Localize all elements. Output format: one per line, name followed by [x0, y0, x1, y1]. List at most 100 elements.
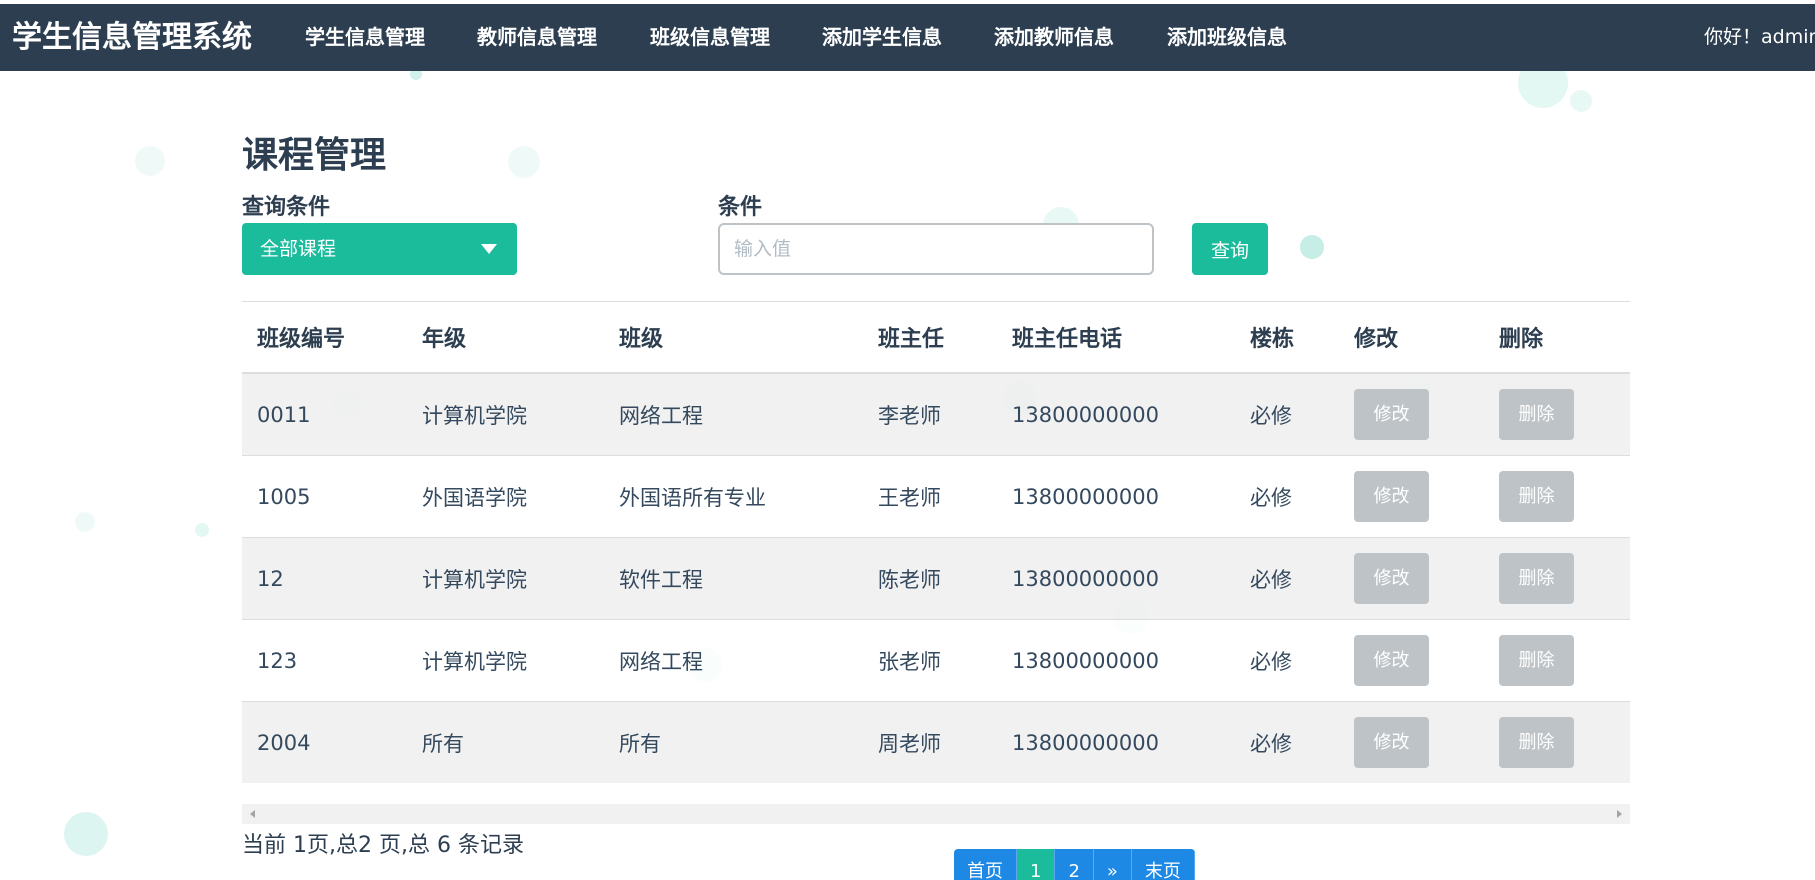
edit-button[interactable]: 修改: [1354, 717, 1429, 768]
column-header: 班主任电话: [997, 301, 1235, 374]
table-row: 12 计算机学院 软件工程 陈老师 13800000000 必修 修改 删除: [242, 537, 1630, 620]
cell-edit: 修改: [1339, 455, 1484, 538]
table-row: 123 计算机学院 网络工程 张老师 13800000000 必修 修改 删除: [242, 619, 1630, 702]
bubble-decoration: [135, 146, 165, 176]
filter-label: 查询条件: [242, 195, 331, 220]
page-title: 课程管理: [242, 135, 387, 176]
delete-button[interactable]: 删除: [1499, 553, 1574, 604]
cell-class-id: 123: [242, 619, 407, 702]
nav-item-add-student[interactable]: 添加学生信息: [822, 4, 942, 71]
first-page-button[interactable]: 首页: [954, 849, 1017, 880]
bubble-decoration: [1570, 90, 1592, 112]
edit-button[interactable]: 修改: [1354, 635, 1429, 686]
cell-delete: 删除: [1484, 537, 1630, 620]
cell-teacher: 李老师: [863, 372, 997, 456]
last-page-button[interactable]: 末页: [1131, 849, 1195, 880]
bubble-decoration: [1300, 235, 1324, 259]
nav-item-add-teacher[interactable]: 添加教师信息: [994, 4, 1114, 71]
horizontal-scrollbar[interactable]: [242, 804, 1630, 824]
cell-phone: 13800000000: [997, 701, 1235, 783]
cell-grade: 计算机学院: [407, 619, 604, 702]
bubble-decoration: [508, 146, 540, 178]
column-header: 班级编号: [242, 301, 407, 374]
column-header: 删除: [1484, 301, 1630, 374]
cell-phone: 13800000000: [997, 372, 1235, 456]
cell-class: 网络工程: [604, 372, 863, 456]
cell-building: 必修: [1235, 619, 1339, 702]
edit-button[interactable]: 修改: [1354, 471, 1429, 522]
cell-class-id: 12: [242, 537, 407, 620]
delete-button[interactable]: 删除: [1499, 471, 1574, 522]
column-header: 楼栋: [1235, 301, 1339, 374]
bubble-decoration: [75, 512, 95, 532]
nav-item-teacher-info[interactable]: 教师信息管理: [477, 4, 597, 71]
column-header: 班级: [604, 301, 863, 374]
page-1-button[interactable]: 1: [1017, 849, 1056, 880]
column-header: 班主任: [863, 301, 997, 374]
pagination: 首页 1 2 » 末页: [954, 849, 1195, 880]
cell-class-id: 0011: [242, 372, 407, 456]
app-brand[interactable]: 学生信息管理系统: [12, 4, 252, 71]
condition-input[interactable]: [718, 223, 1154, 275]
delete-button[interactable]: 删除: [1499, 635, 1574, 686]
filter-select[interactable]: 全部课程: [242, 223, 517, 275]
edit-button[interactable]: 修改: [1354, 553, 1429, 604]
cell-delete: 删除: [1484, 701, 1630, 783]
delete-button[interactable]: 删除: [1499, 389, 1574, 440]
condition-label: 条件: [718, 195, 763, 220]
next-page-button[interactable]: »: [1093, 849, 1132, 880]
cell-grade: 计算机学院: [407, 372, 604, 456]
cell-delete: 删除: [1484, 619, 1630, 702]
scroll-left-arrow-icon[interactable]: [250, 810, 255, 818]
cell-phone: 13800000000: [997, 455, 1235, 538]
delete-button[interactable]: 删除: [1499, 717, 1574, 768]
cell-delete: 删除: [1484, 372, 1630, 456]
pagination-info: 当前 1页,总2 页,总 6 条记录: [242, 833, 524, 858]
bubble-decoration: [195, 523, 209, 537]
cell-building: 必修: [1235, 372, 1339, 456]
cell-building: 必修: [1235, 537, 1339, 620]
cell-class-id: 2004: [242, 701, 407, 783]
cell-edit: 修改: [1339, 619, 1484, 702]
cell-class: 外国语所有专业: [604, 455, 863, 538]
search-button[interactable]: 查询: [1192, 223, 1268, 275]
edit-button[interactable]: 修改: [1354, 389, 1429, 440]
cell-phone: 13800000000: [997, 537, 1235, 620]
cell-edit: 修改: [1339, 372, 1484, 456]
nav-item-class-info[interactable]: 班级信息管理: [650, 4, 770, 71]
page: 学生信息管理系统 学生信息管理 教师信息管理 班级信息管理 添加学生信息 添加教…: [0, 0, 1815, 880]
column-header: 修改: [1339, 301, 1484, 374]
user-greeting[interactable]: 你好！admin: [1704, 4, 1815, 71]
cell-teacher: 陈老师: [863, 537, 997, 620]
cell-grade: 所有: [407, 701, 604, 783]
nav-item-add-class[interactable]: 添加班级信息: [1167, 4, 1287, 71]
table-row: 2004 所有 所有 周老师 13800000000 必修 修改 删除: [242, 701, 1630, 783]
page-2-button[interactable]: 2: [1055, 849, 1094, 880]
cell-grade: 外国语学院: [407, 455, 604, 538]
cell-teacher: 周老师: [863, 701, 997, 783]
top-navbar: 学生信息管理系统 学生信息管理 教师信息管理 班级信息管理 添加学生信息 添加教…: [0, 4, 1815, 71]
cell-class-id: 1005: [242, 455, 407, 538]
cell-grade: 计算机学院: [407, 537, 604, 620]
cell-edit: 修改: [1339, 701, 1484, 783]
filter-select-value: 全部课程: [260, 238, 337, 260]
nav-item-student-info[interactable]: 学生信息管理: [305, 4, 425, 71]
cell-class: 网络工程: [604, 619, 863, 702]
cell-building: 必修: [1235, 701, 1339, 783]
bubble-decoration: [64, 812, 108, 856]
cell-class: 软件工程: [604, 537, 863, 620]
column-header: 年级: [407, 301, 604, 374]
cell-teacher: 王老师: [863, 455, 997, 538]
cell-edit: 修改: [1339, 537, 1484, 620]
cell-class: 所有: [604, 701, 863, 783]
class-table: 班级编号 年级 班级 班主任 班主任电话 楼栋 修改 删除 0011 计算机学院: [242, 301, 1630, 783]
table-header-row: 班级编号 年级 班级 班主任 班主任电话 楼栋 修改 删除: [242, 301, 1630, 374]
cell-delete: 删除: [1484, 455, 1630, 538]
table-row: 1005 外国语学院 外国语所有专业 王老师 13800000000 必修 修改…: [242, 455, 1630, 538]
caret-down-icon: [481, 244, 497, 254]
scroll-right-arrow-icon[interactable]: [1617, 810, 1622, 818]
cell-phone: 13800000000: [997, 619, 1235, 702]
cell-teacher: 张老师: [863, 619, 997, 702]
table-row: 0011 计算机学院 网络工程 李老师 13800000000 必修 修改 删除: [242, 372, 1630, 456]
cell-building: 必修: [1235, 455, 1339, 538]
